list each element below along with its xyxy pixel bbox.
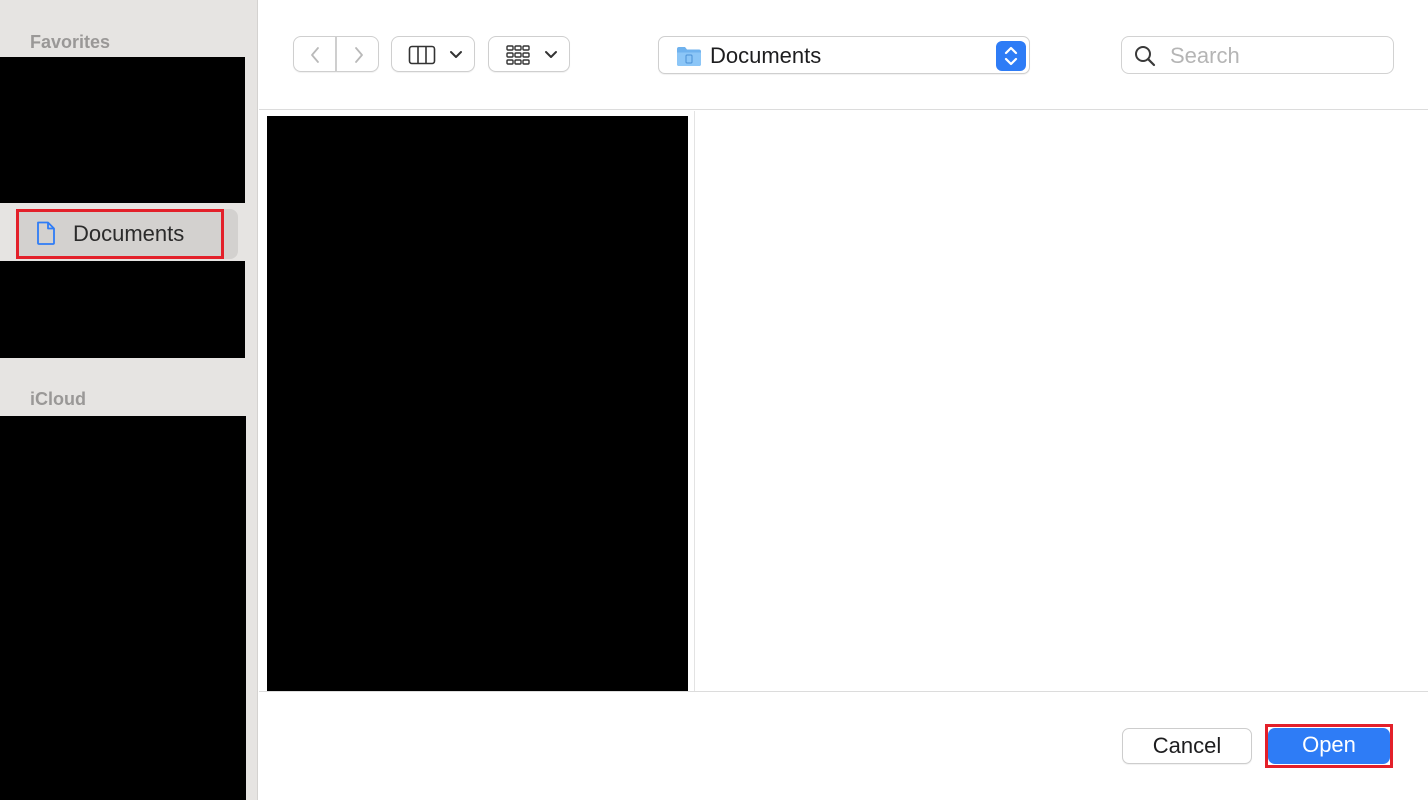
file-browser bbox=[259, 111, 1428, 691]
column-divider[interactable] bbox=[694, 111, 695, 691]
open-button-highlight bbox=[1265, 724, 1393, 768]
sidebar-item-label: Documents bbox=[73, 221, 185, 246]
column-view-icon bbox=[408, 45, 436, 65]
location-label: Documents bbox=[710, 43, 822, 68]
forward-button[interactable] bbox=[336, 36, 379, 72]
search-field[interactable] bbox=[1121, 36, 1394, 74]
chevron-down-icon bbox=[545, 51, 557, 58]
redacted-sidebar-items bbox=[0, 57, 245, 203]
location-popup[interactable]: Documents bbox=[658, 36, 1030, 74]
favorites-header: Favorites bbox=[30, 32, 111, 52]
redacted-icloud-items bbox=[0, 416, 246, 800]
view-mode-button[interactable] bbox=[391, 36, 475, 72]
redacted-file-list bbox=[267, 116, 688, 691]
up-down-chevron-icon bbox=[1004, 46, 1018, 66]
group-button[interactable] bbox=[488, 36, 570, 72]
sidebar: Favorites Documents iCloud bbox=[0, 0, 258, 800]
toolbar: Documents bbox=[259, 0, 1428, 110]
search-icon bbox=[1135, 46, 1156, 67]
location-stepper[interactable] bbox=[996, 41, 1026, 71]
cancel-button[interactable]: Cancel bbox=[1122, 728, 1252, 764]
folder-icon bbox=[677, 47, 701, 66]
chevron-down-icon bbox=[450, 51, 462, 58]
chevron-right-icon bbox=[355, 47, 363, 63]
icon-grid-icon bbox=[506, 45, 530, 65]
chevron-left-icon bbox=[311, 47, 319, 63]
icloud-header: iCloud bbox=[30, 389, 86, 409]
back-button[interactable] bbox=[293, 36, 336, 72]
sidebar-item-documents[interactable]: Documents bbox=[16, 209, 238, 259]
document-icon bbox=[37, 221, 55, 245]
search-input[interactable] bbox=[1170, 41, 1380, 71]
footer: Cancel Open bbox=[259, 691, 1428, 800]
redacted-sidebar-items bbox=[0, 261, 245, 358]
